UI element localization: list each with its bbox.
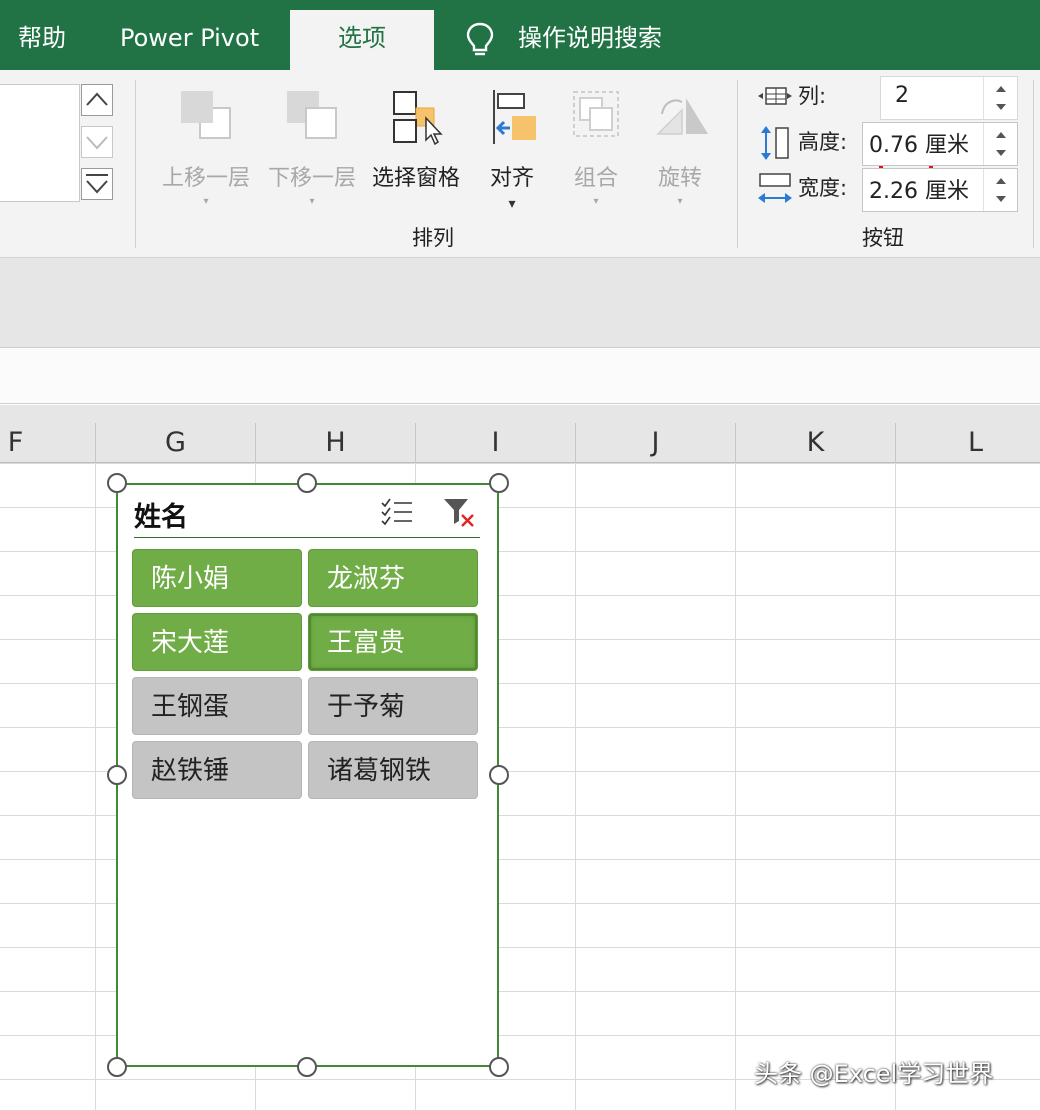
- slicer[interactable]: 姓名 陈小娟 龙淑芬 宋大莲 王富贵 王钢蛋 于予菊 赵铁锤 诸葛钢铁: [116, 483, 499, 1067]
- bring-forward-icon: [181, 91, 231, 139]
- column-header-j[interactable]: J: [575, 423, 735, 463]
- align-button[interactable]: 对齐 ▾: [472, 80, 552, 212]
- columns-value[interactable]: 2: [895, 83, 909, 108]
- resize-handle[interactable]: [297, 1057, 317, 1077]
- width-spin-arrows[interactable]: [983, 169, 1017, 211]
- clear-filter-icon[interactable]: [442, 497, 476, 527]
- columns-spin-arrows[interactable]: [983, 77, 1017, 119]
- column-header-f[interactable]: F: [0, 423, 95, 463]
- arrange-group-label: 排列: [412, 226, 454, 250]
- align-icon: [493, 90, 536, 144]
- lightbulb-icon[interactable]: [466, 22, 494, 56]
- send-backward-label: 下移一层: [267, 166, 356, 191]
- multi-select-icon[interactable]: [380, 497, 414, 527]
- excel-window: 帮助 Power Pivot 选项 操作说明搜索 上移一层 ▾ 下移一层 ▾ 选…: [0, 0, 1040, 1110]
- slicer-item[interactable]: 于予菊: [308, 677, 478, 735]
- send-backward-icon: [287, 91, 337, 139]
- slicer-item[interactable]: 王钢蛋: [132, 677, 302, 735]
- ribbon-body: 上移一层 ▾ 下移一层 ▾ 选择窗格 对齐 ▾ 组合 ▾ 旋转 ▾ 排列 列: …: [0, 70, 1040, 258]
- expand-gallery-icon: [86, 174, 108, 194]
- column-header-g[interactable]: G: [95, 423, 255, 463]
- selection-pane-label: 选择窗格: [371, 166, 460, 191]
- ribbon-gap: [0, 349, 1040, 404]
- height-spin-arrows[interactable]: [983, 123, 1017, 165]
- dropdown-arrow-icon: ▾: [203, 196, 209, 207]
- group-objects-icon: [573, 91, 619, 137]
- spin-down-icon[interactable]: [996, 150, 1006, 156]
- width-icon: [758, 173, 792, 203]
- column-header-row: F G H I J K L: [0, 405, 1040, 463]
- height-label: 高度:: [798, 130, 848, 154]
- tab-help[interactable]: 帮助: [18, 10, 66, 70]
- dropdown-arrow-icon: ▾: [508, 196, 516, 212]
- spin-down-icon[interactable]: [996, 104, 1006, 110]
- spin-up-icon[interactable]: [996, 86, 1006, 92]
- chevron-down-icon: [86, 136, 108, 150]
- column-header-l[interactable]: L: [895, 423, 1040, 463]
- height-spinner[interactable]: 0.76 厘米: [862, 122, 1018, 166]
- formula-bar-area[interactable]: [0, 258, 1040, 348]
- slicer-item[interactable]: 王富贵: [308, 613, 478, 671]
- gallery-scroll-down-button[interactable]: [81, 126, 113, 158]
- gallery-scroll-up-button[interactable]: [81, 84, 113, 116]
- send-backward-button[interactable]: 下移一层 ▾: [262, 80, 362, 210]
- ribbon-tab-bar: 帮助 Power Pivot 选项 操作说明搜索: [0, 0, 1040, 70]
- tab-power-pivot[interactable]: Power Pivot: [120, 10, 259, 70]
- slicer-item[interactable]: 陈小娟: [132, 549, 302, 607]
- dropdown-arrow-icon: ▾: [677, 196, 683, 207]
- height-icon: [761, 126, 789, 160]
- dropdown-arrow-icon: ▾: [309, 196, 315, 207]
- resize-handle[interactable]: [107, 765, 127, 785]
- gallery-more-button[interactable]: [81, 168, 113, 200]
- group-label: 组合: [573, 166, 618, 191]
- columns-spinner[interactable]: 2: [880, 76, 1018, 120]
- height-value[interactable]: 0.76 厘米: [869, 127, 969, 159]
- selection-pane-button[interactable]: 选择窗格: [366, 80, 466, 210]
- selection-pane-icon: [393, 91, 443, 146]
- bring-forward-label: 上移一层: [161, 166, 250, 191]
- slicer-item[interactable]: 赵铁锤: [132, 741, 302, 799]
- columns-label: 列:: [798, 84, 827, 108]
- group-button[interactable]: 组合 ▾: [558, 80, 634, 210]
- chevron-up-icon: [86, 92, 108, 106]
- resize-handle[interactable]: [107, 473, 127, 493]
- spin-up-icon[interactable]: [996, 132, 1006, 138]
- resize-handle[interactable]: [489, 473, 509, 493]
- tab-options[interactable]: 选项: [290, 10, 434, 70]
- columns-icon: [758, 87, 792, 105]
- resize-handle[interactable]: [489, 765, 509, 785]
- column-header-h[interactable]: H: [255, 423, 415, 463]
- resize-handle[interactable]: [489, 1057, 509, 1077]
- tell-me-search[interactable]: 操作说明搜索: [518, 10, 662, 70]
- rotate-button[interactable]: 旋转 ▾: [642, 80, 718, 210]
- slicer-item[interactable]: 宋大莲: [132, 613, 302, 671]
- slicer-styles-gallery[interactable]: [0, 84, 80, 202]
- spin-up-icon[interactable]: [996, 178, 1006, 184]
- rotate-label: 旋转: [657, 166, 702, 191]
- column-header-k[interactable]: K: [735, 423, 895, 463]
- column-header-i[interactable]: I: [415, 423, 575, 463]
- width-value[interactable]: 2.26 厘米: [869, 173, 969, 205]
- slicer-title-divider: [134, 537, 480, 538]
- group-separator: [737, 80, 738, 248]
- width-label: 宽度:: [798, 176, 848, 200]
- slicer-item[interactable]: 诸葛钢铁: [308, 741, 478, 799]
- bring-forward-button[interactable]: 上移一层 ▾: [156, 80, 256, 210]
- resize-handle[interactable]: [107, 1057, 127, 1077]
- width-spinner[interactable]: 2.26 厘米: [862, 168, 1018, 212]
- rotate-icon: [656, 98, 708, 135]
- buttons-group-label: 按钮: [862, 226, 904, 250]
- slicer-item[interactable]: 龙淑芬: [308, 549, 478, 607]
- watermark-text: 头条 @Excel学习世界: [754, 1060, 994, 1088]
- group-separator: [135, 80, 136, 248]
- spin-down-icon[interactable]: [996, 196, 1006, 202]
- slicer-title: 姓名: [134, 502, 188, 533]
- resize-handle[interactable]: [297, 473, 317, 493]
- dropdown-arrow-icon: ▾: [593, 196, 599, 207]
- align-label: 对齐: [489, 166, 534, 191]
- group-separator: [1033, 80, 1034, 248]
